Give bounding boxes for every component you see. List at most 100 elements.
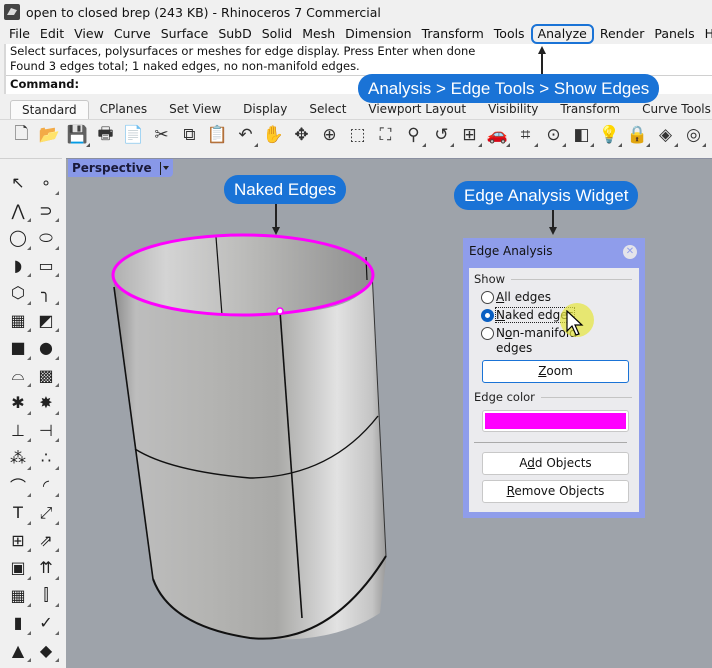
lock-icon[interactable]: 🔒 (626, 124, 650, 147)
viewport-menu-caret-icon[interactable] (162, 166, 169, 170)
osnap-icon[interactable]: ⊙ (542, 124, 566, 147)
menu-edit[interactable]: Edit (35, 24, 69, 44)
zoom-dynamic-icon[interactable]: ⊕ (318, 124, 341, 147)
zoom-window-icon[interactable]: ⬚ (346, 124, 369, 147)
menu-solid[interactable]: Solid (257, 24, 297, 44)
radio-button-selected[interactable] (481, 308, 494, 322)
add-objects-button[interactable]: Add Objects (482, 452, 629, 475)
paste-icon[interactable]: 📋 (206, 124, 229, 147)
menu-mesh[interactable]: Mesh (297, 24, 340, 44)
menu-file[interactable]: File (4, 24, 35, 44)
seam-point (276, 307, 284, 315)
cone-icon[interactable]: ▲ (4, 637, 32, 665)
radio-button[interactable] (481, 290, 494, 304)
text-icon[interactable]: T (4, 499, 32, 527)
analyze-icon[interactable]: ▮ (4, 609, 32, 637)
move-icon[interactable]: ⇗ (32, 527, 60, 555)
rectangle-icon[interactable]: ▭ (32, 252, 60, 280)
sphere-union-icon[interactable]: ● (32, 334, 60, 362)
array-icon[interactable]: ⊞ (4, 527, 32, 555)
tab-set-view[interactable]: Set View (158, 100, 232, 119)
scale-icon[interactable]: ⤢ (32, 499, 60, 527)
mouse-pointer-icon (566, 310, 584, 336)
trim-icon[interactable]: ⊥ (4, 417, 32, 445)
mesh-patch-icon[interactable]: ▩ (32, 362, 60, 390)
polygon-icon[interactable]: ⬡ (4, 279, 32, 307)
ellipse-icon[interactable]: ⬭ (32, 224, 60, 252)
surface-edge-icon[interactable]: ◩ (32, 307, 60, 335)
remove-objects-button[interactable]: Remove Objects (482, 480, 629, 503)
arc-icon[interactable]: ◗ (4, 252, 32, 280)
edge-color-label: Edge color (474, 390, 535, 404)
point-cloud-icon[interactable]: ∴ (32, 444, 60, 472)
radio-label: All edges (496, 290, 551, 304)
cut-icon[interactable]: ✂ (150, 124, 173, 147)
edge-color-swatch[interactable] (482, 410, 629, 432)
menu-dimension[interactable]: Dimension (340, 24, 416, 44)
curve-cp-icon[interactable]: ⊃ (32, 197, 60, 225)
zoom-selected-icon[interactable]: ⚲ (402, 124, 426, 147)
menu-panels[interactable]: Panels (649, 24, 699, 44)
tab-standard[interactable]: Standard (10, 100, 89, 119)
render-pyramid-icon[interactable]: ◆ (32, 637, 60, 665)
window-title: open to closed brep (243 KB) - Rhinocero… (26, 4, 381, 20)
box-icon[interactable]: ■ (4, 334, 32, 362)
planar-srf-icon[interactable]: ⇈ (32, 554, 60, 582)
zoom-button[interactable]: Zoom (482, 360, 629, 383)
import-icon[interactable]: 📄 (122, 124, 145, 147)
menu-analyze[interactable]: Analyze (530, 24, 594, 44)
extrude-icon[interactable]: ⌓ (4, 362, 32, 390)
boolean-circles-icon[interactable]: ⁂ (4, 444, 32, 472)
color-wheel-icon[interactable]: ◎ (682, 124, 706, 147)
zoom-extents-icon[interactable]: ⛶ (374, 124, 397, 147)
menu-transform[interactable]: Transform (417, 24, 489, 44)
offset-curve-icon[interactable]: ◜ (32, 472, 60, 500)
rotate-view-icon[interactable]: ✥ (290, 124, 313, 147)
command-history-line: Select surfaces, polysurfaces or meshes … (10, 44, 476, 58)
render-icon[interactable]: ◈ (654, 124, 678, 147)
menu-render[interactable]: Render (595, 24, 650, 44)
tab-select[interactable]: Select (298, 100, 357, 119)
pan-icon[interactable]: ✋ (262, 124, 285, 147)
grid-array-icon[interactable]: ▦ (4, 582, 32, 610)
tab-cplanes[interactable]: CPlanes (89, 100, 159, 119)
viewport-title-tab[interactable]: Perspective (68, 159, 173, 177)
menu-surface[interactable]: Surface (156, 24, 214, 44)
object-properties-icon[interactable]: ◧ (570, 124, 594, 147)
open-icon[interactable]: 📂 (38, 124, 61, 147)
polyline-icon[interactable]: ⋀ (4, 197, 32, 225)
light-bulb-icon[interactable]: 💡 (598, 124, 622, 147)
print-icon[interactable]: 🖶 (94, 124, 117, 147)
split-icon[interactable]: ⊣ (32, 417, 60, 445)
menu-curve[interactable]: Curve (109, 24, 156, 44)
save-icon[interactable]: 💾 (66, 124, 90, 147)
grid-snap-icon[interactable]: ⌗ (514, 124, 538, 147)
close-icon[interactable]: ✕ (623, 245, 637, 259)
undo-icon[interactable]: ↶ (234, 124, 258, 147)
check-icon[interactable]: ✓ (32, 609, 60, 637)
menu-view[interactable]: View (69, 24, 109, 44)
copy-icon[interactable]: ⧉ (178, 124, 201, 147)
boolean-puzzle-icon[interactable]: ✱ (4, 389, 32, 417)
car-icon[interactable]: 🚗 (486, 124, 510, 147)
radio-button[interactable] (481, 326, 494, 340)
undo-view-icon[interactable]: ↺ (430, 124, 454, 147)
fillet-curve-icon[interactable]: ╮ (32, 279, 60, 307)
solid-edit-icon[interactable]: ▣ (4, 554, 32, 582)
tab-display[interactable]: Display (232, 100, 298, 119)
edge-analysis-panel: Edge Analysis ✕ Show All edges Naked edg… (463, 238, 645, 518)
radio-all-edges[interactable]: All edges (481, 290, 551, 304)
point-icon[interactable]: ∘ (32, 169, 60, 197)
explode-icon[interactable]: ✸ (32, 389, 60, 417)
menu-subd[interactable]: SubD (213, 24, 256, 44)
menu-help[interactable]: Help (700, 24, 712, 44)
select-arrow-icon[interactable]: ↖ (4, 169, 32, 197)
menu-tools[interactable]: Tools (489, 24, 530, 44)
widget-callout: Edge Analysis Widget (454, 181, 639, 210)
four-viewports-icon[interactable]: ⊞ (458, 124, 482, 147)
split-vertical-icon[interactable]: ⫿ (32, 582, 60, 610)
new-icon[interactable]: 🗋 (10, 124, 33, 147)
circle-icon[interactable]: ◯ (4, 224, 32, 252)
curve-edit-icon[interactable]: ⌒ (4, 472, 32, 500)
surface-points-icon[interactable]: ▦ (4, 307, 32, 335)
